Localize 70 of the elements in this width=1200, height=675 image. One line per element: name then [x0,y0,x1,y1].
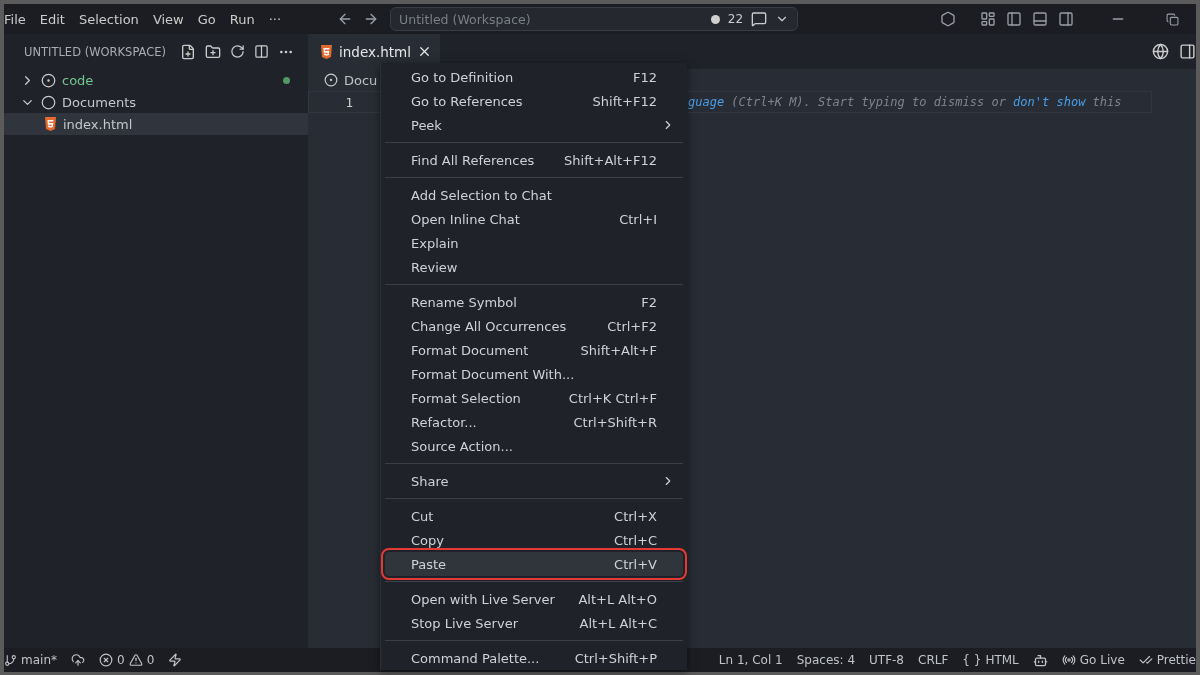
menu-item[interactable]: Rename Symbol F2 [385,290,683,314]
menu-item[interactable]: Source Action... [385,434,683,458]
double-check-icon [1138,653,1153,667]
restore-icon[interactable] [1166,12,1179,26]
warning-icon [128,653,143,667]
tree-item[interactable]: index.html [4,113,308,135]
menu-bar-item[interactable]: Edit [32,11,72,27]
menu-item[interactable]: Change All Occurrences Ctrl+F2 [385,314,683,338]
menu-item[interactable]: Format Document With... [385,362,683,386]
editor-tab[interactable]: index.html [308,34,440,69]
menu-item[interactable]: Open Inline Chat Ctrl+I [385,207,683,231]
dot-icon [710,14,720,24]
menu-item[interactable]: Add Selection to Chat [385,183,683,207]
menu-item[interactable]: Open with Live Server Alt+L Alt+O [385,587,683,611]
panel-left-icon[interactable] [1006,11,1022,27]
tree-item[interactable]: Documents [4,91,308,113]
new-file-icon[interactable] [180,43,196,60]
new-folder-icon[interactable] [205,43,221,60]
html-file-icon [44,117,57,131]
circle-dot-icon [324,73,338,87]
go-live-button[interactable]: Go Live [1054,653,1132,667]
globe-icon[interactable] [1152,43,1169,60]
tree-item[interactable]: code [4,69,308,91]
line-ending-status[interactable]: CRLF [911,653,956,667]
circle-icon [41,94,56,110]
menu-item[interactable]: Find All References Shift+Alt+F12 [385,148,683,172]
menu-bar-item[interactable]: ··· [261,11,289,27]
hexagon-icon[interactable] [940,11,956,27]
count-text: 22 [727,12,744,26]
editor-hint-text: guage (Ctrl+K M). Start typing to dismiss or don't show this [688,95,1122,109]
close-icon[interactable] [417,44,432,59]
broadcast-icon [1061,653,1076,667]
menu-item[interactable]: Cut Ctrl+X [385,504,683,528]
explorer-title: UNTITLED (WORKSPACE) [24,44,168,59]
refresh-icon[interactable] [230,44,245,59]
menu-bar-item[interactable]: Selection [71,11,146,27]
menu-item[interactable]: Stop Live Server Alt+L Alt+C [385,611,683,635]
menu-item[interactable]: Peek [385,113,683,137]
menu-item[interactable]: Share [385,469,683,493]
error-icon [99,653,113,667]
menu-item[interactable]: Format Document Shift+Alt+F [385,338,683,362]
encoding-status[interactable]: UTF-8 [862,653,911,667]
problems-status[interactable]: 0 0 [92,653,162,667]
menu-bar-item[interactable]: Run [222,11,262,27]
panel-right-icon[interactable] [1058,11,1074,27]
cursor-position[interactable]: Ln 1, Col 1 [711,653,790,667]
panel-bottom-icon[interactable] [1032,11,1048,27]
branch-icon [4,653,17,667]
language-status[interactable]: { } HTML [955,653,1026,667]
layout-icon[interactable] [980,11,996,27]
menu-item[interactable]: Review [385,255,683,279]
menu-item[interactable]: Refactor... Ctrl+Shift+R [385,410,683,434]
menu-item[interactable]: Format Selection Ctrl+K Ctrl+F [385,386,683,410]
split-editor-icon[interactable] [1179,43,1196,60]
menu-item[interactable]: Copy Ctrl+C [385,528,683,552]
menu-item[interactable]: Command Palette... Ctrl+Shift+P [385,646,683,670]
modified-dot [283,76,290,84]
circle-dot-icon [41,72,56,88]
menu-item[interactable]: Explain [385,231,683,255]
menu-bar-item[interactable]: File [4,11,33,27]
prettier-status[interactable]: Prettie [1131,653,1196,667]
branch-status[interactable]: main* [4,653,64,667]
menu-bar-item[interactable]: View [145,11,191,27]
html-file-icon [320,44,333,59]
menu-item[interactable]: Go to References Shift+F12 [385,89,683,113]
menu-bar-item[interactable]: Go [190,11,223,27]
breadcrumb-item[interactable]: Docu [344,72,378,88]
indentation-status[interactable]: Spaces: 4 [789,653,862,667]
command-center-field[interactable]: Untitled (Workspace) 22 [390,7,799,31]
line-number: 1 [344,94,353,110]
